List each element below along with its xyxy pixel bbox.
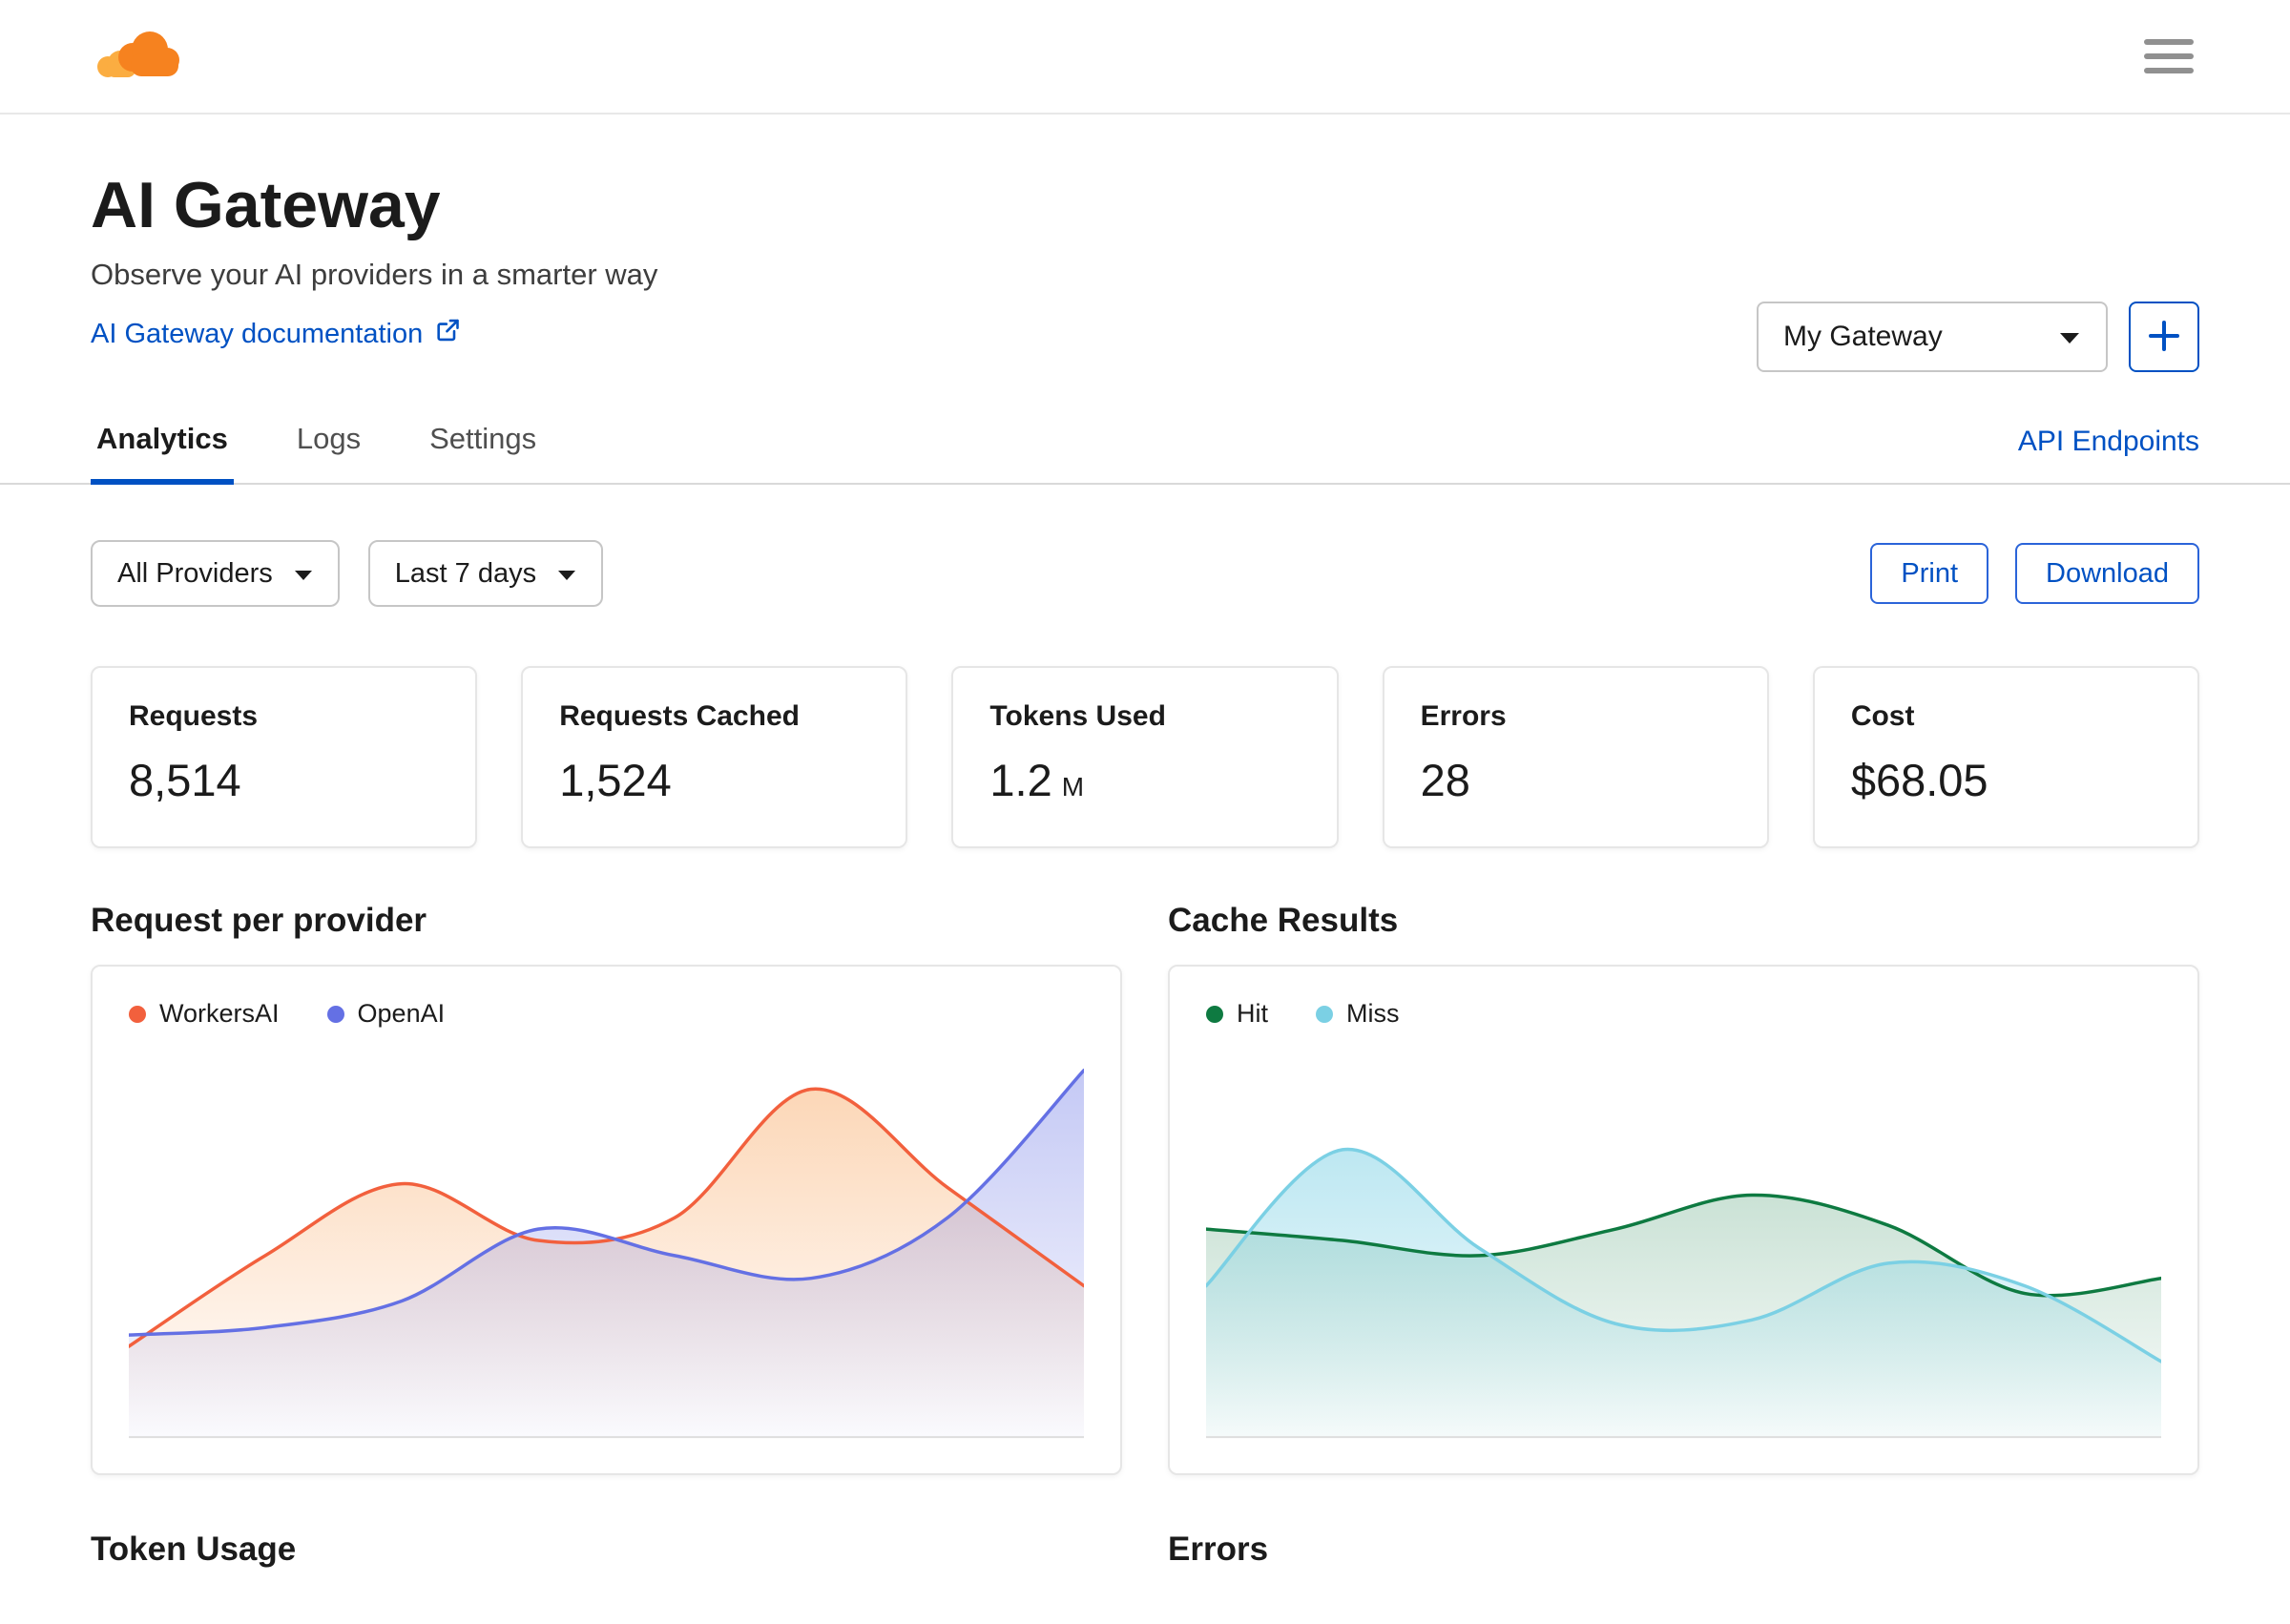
documentation-link-label: AI Gateway documentation xyxy=(91,318,424,349)
api-endpoints-link[interactable]: API Endpoints xyxy=(2018,426,2199,483)
cloudflare-logo-icon xyxy=(91,25,182,89)
date-range-dropdown-value: Last 7 days xyxy=(394,557,537,589)
stat-value: 8,514 xyxy=(129,755,241,805)
stat-value: 1,524 xyxy=(559,755,672,805)
errors-heading: Errors xyxy=(1168,1530,1269,1568)
stat-label: Errors xyxy=(1420,700,1507,732)
documentation-link[interactable]: AI Gateway documentation xyxy=(91,317,461,351)
page-title: AI Gateway xyxy=(91,169,441,241)
page-subtitle: Observe your AI providers in a smarter w… xyxy=(91,258,658,291)
tabs: Analytics Logs Settings xyxy=(91,412,542,485)
chart-card: Hit Miss xyxy=(1168,965,2199,1475)
stat-card-tokens-used: Tokens Used 1.2 M xyxy=(951,666,1339,848)
gateway-select-value: My Gateway xyxy=(1783,321,1943,352)
hamburger-menu-icon[interactable] xyxy=(2138,33,2199,79)
export-actions: Print Download xyxy=(1870,543,2199,604)
tab-logs[interactable]: Logs xyxy=(291,412,366,483)
stat-label: Requests Cached xyxy=(559,700,800,732)
chevron-down-icon xyxy=(294,558,313,590)
token-usage-heading: Token Usage xyxy=(91,1530,297,1568)
tab-analytics[interactable]: Analytics xyxy=(91,412,234,485)
date-range-dropdown[interactable]: Last 7 days xyxy=(367,540,604,607)
chart-title: Cache Results xyxy=(1168,902,1399,939)
download-button[interactable]: Download xyxy=(2015,543,2199,604)
stat-card-cost: Cost $68.05 xyxy=(1812,666,2200,848)
legend-item-hit: Hit xyxy=(1206,999,1268,1029)
stat-suffix: M xyxy=(1061,772,1085,802)
stat-card-errors: Errors 28 xyxy=(1382,666,1769,848)
stats-row: Requests 8,514 Requests Cached 1,524 Tok… xyxy=(0,666,2290,848)
providers-dropdown[interactable]: All Providers xyxy=(91,540,340,607)
area-chart-cache-results xyxy=(1206,1044,2161,1439)
print-button[interactable]: Print xyxy=(1870,543,1989,604)
providers-dropdown-value: All Providers xyxy=(117,557,273,589)
external-link-icon xyxy=(434,317,461,351)
stat-label: Cost xyxy=(1850,700,1915,732)
legend-label: Miss xyxy=(1346,999,1400,1028)
legend-dot-icon xyxy=(1316,1005,1333,1023)
legend-item-workersai: WorkersAI xyxy=(129,999,280,1029)
stat-value: 1.2 xyxy=(989,755,1052,805)
chevron-down-icon xyxy=(2058,321,2081,353)
legend-dot-icon xyxy=(129,1005,146,1023)
legend-dot-icon xyxy=(326,1005,344,1023)
chart-card: WorkersAI OpenAI xyxy=(91,965,1122,1475)
gateway-select[interactable]: My Gateway xyxy=(1757,302,2108,372)
chart-legend: WorkersAI OpenAI xyxy=(129,999,1084,1029)
stat-card-requests-cached: Requests Cached 1,524 xyxy=(521,666,908,848)
tab-settings[interactable]: Settings xyxy=(424,412,542,483)
topbar xyxy=(0,0,2290,115)
add-gateway-button[interactable] xyxy=(2129,302,2199,372)
legend-label: OpenAI xyxy=(357,999,446,1028)
charts-row: Request per provider WorkersAI OpenAI Ca… xyxy=(0,902,2290,1475)
bottom-sections: Token Usage Errors xyxy=(0,1530,2290,1569)
stat-label: Tokens Used xyxy=(989,700,1166,732)
page-header: AI Gateway Observe your AI providers in … xyxy=(0,115,2290,372)
stat-card-requests: Requests 8,514 xyxy=(91,666,478,848)
chart-requests-per-provider: Request per provider WorkersAI OpenAI xyxy=(91,902,1122,1475)
chart-legend: Hit Miss xyxy=(1206,999,2161,1029)
area-chart-requests-per-provider xyxy=(129,1044,1084,1439)
stat-value: $68.05 xyxy=(1850,755,1988,805)
stat-value: 28 xyxy=(1420,755,1470,805)
legend-dot-icon xyxy=(1206,1005,1223,1023)
legend-item-openai: OpenAI xyxy=(326,999,446,1029)
legend-label: Hit xyxy=(1237,999,1268,1028)
chevron-down-icon xyxy=(557,558,576,590)
chart-title: Request per provider xyxy=(91,902,427,939)
filters-bar: All Providers Last 7 days Print Download xyxy=(0,540,2290,607)
legend-item-miss: Miss xyxy=(1316,999,1400,1029)
header-actions: My Gateway xyxy=(1757,302,2199,372)
legend-label: WorkersAI xyxy=(159,999,280,1028)
filter-dropdowns: All Providers Last 7 days xyxy=(91,540,604,607)
chart-cache-results: Cache Results Hit Miss xyxy=(1168,902,2199,1475)
tabs-bar: Analytics Logs Settings API Endpoints xyxy=(0,412,2290,485)
plus-icon xyxy=(2146,318,2182,357)
stat-label: Requests xyxy=(129,700,259,732)
